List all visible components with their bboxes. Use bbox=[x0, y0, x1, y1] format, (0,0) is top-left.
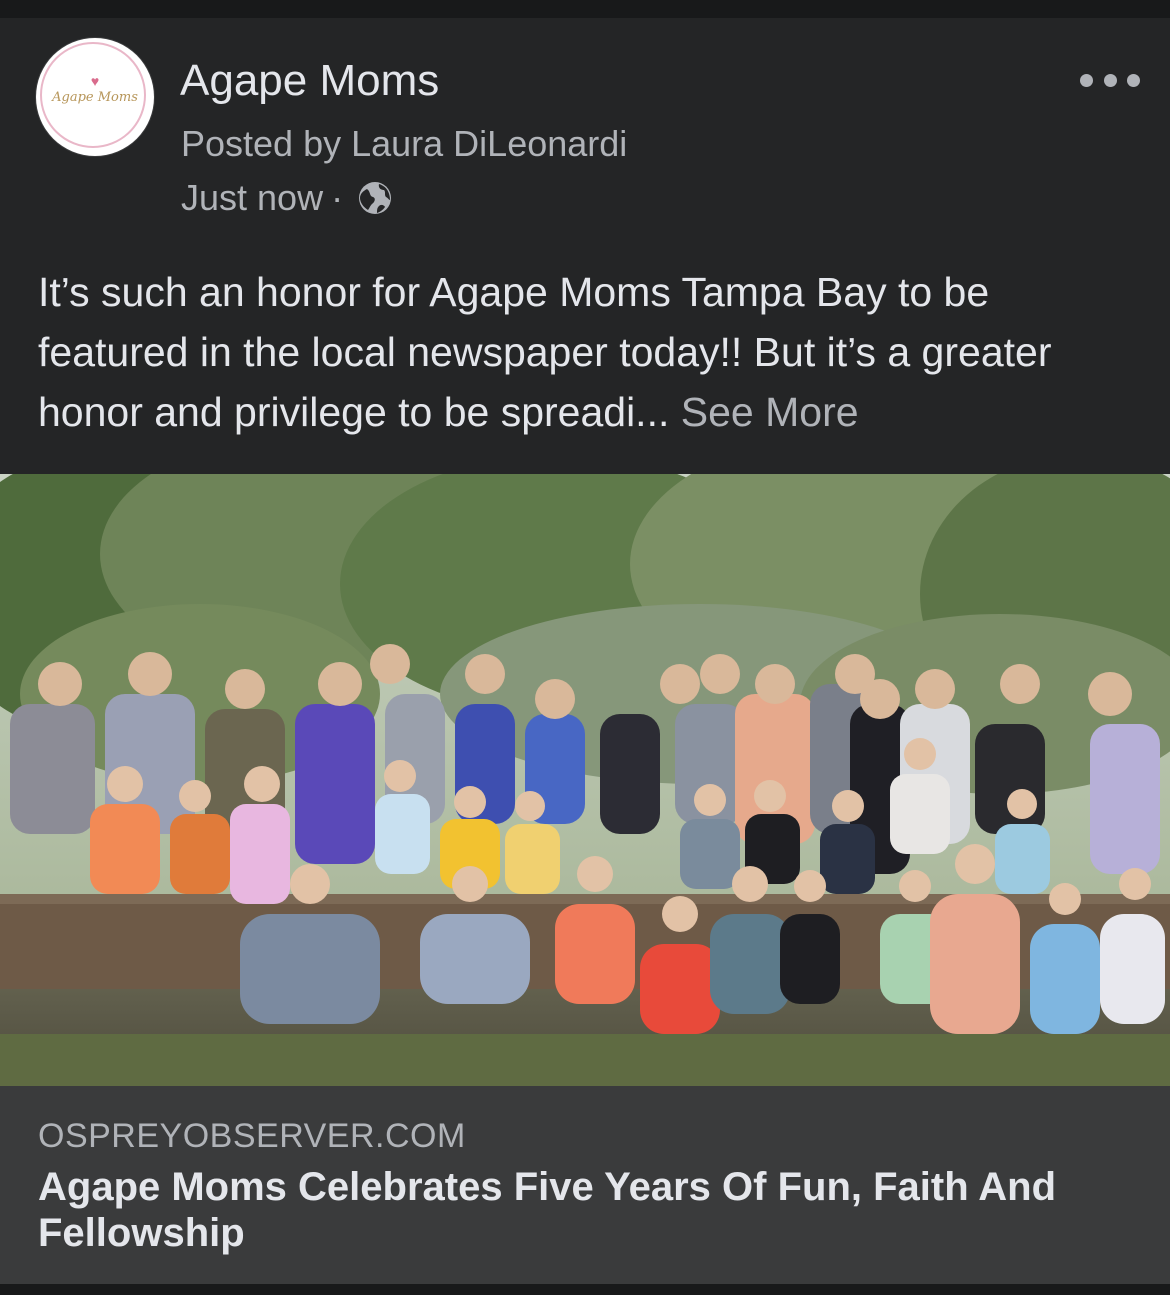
see-more-link[interactable]: See More bbox=[681, 389, 859, 435]
post-photo[interactable] bbox=[0, 474, 1170, 1086]
meta-separator: · bbox=[331, 177, 344, 218]
post-body: It’s such an honor for Agape Moms Tampa … bbox=[38, 269, 1052, 435]
page-name[interactable]: Agape Moms bbox=[180, 56, 439, 106]
page-avatar[interactable]: ♥ Agape Moms bbox=[36, 38, 154, 156]
avatar-logo-text: Agape Moms bbox=[52, 90, 138, 105]
posted-by: Posted by Laura DiLeonardi bbox=[181, 123, 628, 164]
more-dot bbox=[1103, 73, 1117, 87]
post-time[interactable]: Just now bbox=[181, 177, 323, 219]
more-dot bbox=[1080, 73, 1093, 87]
heart-icon: ♥ bbox=[90, 73, 100, 89]
post-text: It’s such an honor for Agape Moms Tampa … bbox=[38, 262, 1148, 442]
more-dot bbox=[1127, 73, 1140, 87]
bottom-divider bbox=[0, 1284, 1170, 1295]
link-title[interactable]: Agape Moms Celebrates Five Years Of Fun,… bbox=[38, 1164, 1138, 1256]
top-divider bbox=[0, 0, 1170, 18]
group-photo-illustration bbox=[0, 474, 1170, 1086]
more-horizontal-icon[interactable] bbox=[1080, 60, 1140, 100]
post-meta: Just now · bbox=[181, 176, 393, 220]
globe-icon[interactable] bbox=[357, 180, 393, 216]
link-domain: OSPREYOBSERVER.COM bbox=[38, 1117, 466, 1155]
